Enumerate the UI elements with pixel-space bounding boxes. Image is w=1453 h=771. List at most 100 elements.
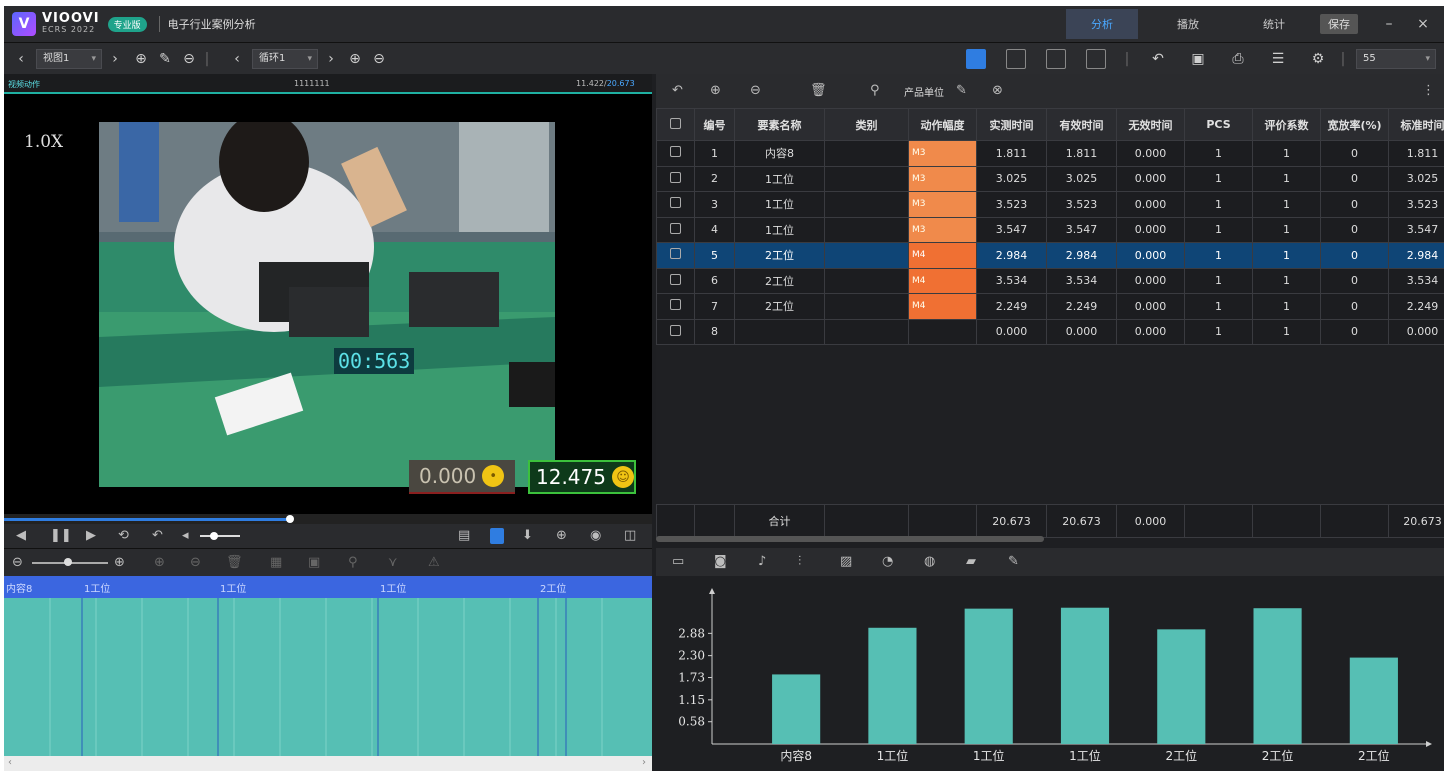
- cell-invalid[interactable]: 0.000: [1116, 216, 1185, 243]
- row-checkbox-cell[interactable]: [656, 318, 695, 345]
- cell-invalid[interactable]: 0.000: [1116, 293, 1185, 320]
- zoom-icon[interactable]: ⊕: [556, 528, 567, 543]
- cell-measured[interactable]: 2.984: [976, 242, 1047, 269]
- cell-name[interactable]: [734, 318, 825, 345]
- tab-analyze[interactable]: 分析: [1066, 9, 1138, 39]
- split-icon[interactable]: ▦: [270, 555, 282, 570]
- cell-name[interactable]: 内容8: [734, 140, 825, 167]
- step-back-icon[interactable]: ◀: [16, 528, 26, 543]
- row-checkbox-cell[interactable]: [656, 191, 695, 218]
- pause-icon[interactable]: ❚❚: [50, 528, 72, 543]
- zoom-in-icon[interactable]: ⊕: [114, 555, 125, 570]
- cell-mode[interactable]: M4: [908, 293, 977, 320]
- cell-invalid[interactable]: 0.000: [1116, 165, 1185, 192]
- cell-valid[interactable]: 2.249: [1046, 293, 1117, 320]
- cell-coef[interactable]: 1: [1252, 216, 1321, 243]
- cell-pcs[interactable]: 1: [1184, 140, 1253, 167]
- cell-valid[interactable]: 2.984: [1046, 242, 1117, 269]
- prev-cycle-icon[interactable]: ‹: [230, 49, 244, 69]
- next-cycle-icon[interactable]: ›: [324, 49, 338, 69]
- person-icon[interactable]: ⚲: [870, 83, 880, 98]
- column-header[interactable]: 实测时间: [976, 108, 1047, 141]
- cell-cat[interactable]: [824, 216, 909, 243]
- timeline-zoom-handle[interactable]: [64, 558, 72, 566]
- cell-no[interactable]: 8: [694, 318, 735, 345]
- scroll-right-icon[interactable]: ›: [642, 757, 646, 768]
- cell-std[interactable]: 1.811: [1388, 140, 1444, 167]
- column-header[interactable]: 有效时间: [1046, 108, 1117, 141]
- cell-rate[interactable]: 0: [1320, 191, 1389, 218]
- cell-no[interactable]: 5: [694, 242, 735, 269]
- folder-icon[interactable]: ▰: [966, 554, 976, 569]
- cell-std[interactable]: 0.000: [1388, 318, 1444, 345]
- microphone-icon[interactable]: ♪: [758, 554, 766, 569]
- cell-mode[interactable]: [908, 318, 977, 345]
- cell-pcs[interactable]: 1: [1184, 191, 1253, 218]
- trash-icon[interactable]: 🗑: [810, 83, 827, 98]
- cell-std[interactable]: 3.523: [1388, 191, 1444, 218]
- cell-mode[interactable]: M3: [908, 140, 977, 167]
- cell-name[interactable]: 1工位: [734, 216, 825, 243]
- cell-valid[interactable]: 0.000: [1046, 318, 1117, 345]
- cell-invalid[interactable]: 0.000: [1116, 242, 1185, 269]
- video-progress-track[interactable]: [4, 514, 652, 524]
- camera-icon[interactable]: ▣: [1188, 49, 1208, 69]
- row-checkbox-cell[interactable]: [656, 216, 695, 243]
- menu-icon[interactable]: ☰: [1268, 49, 1288, 69]
- warning-icon[interactable]: ⚠: [428, 555, 440, 570]
- loop-icon[interactable]: ⟲: [118, 528, 129, 543]
- bookmark-icon[interactable]: [490, 528, 504, 544]
- snapshot-icon[interactable]: ◫: [624, 528, 636, 543]
- cell-coef[interactable]: 1: [1252, 191, 1321, 218]
- cell-name[interactable]: 1工位: [734, 165, 825, 192]
- column-header[interactable]: 动作幅度: [908, 108, 977, 141]
- cell-valid[interactable]: 3.025: [1046, 165, 1117, 192]
- row-checkbox[interactable]: [670, 324, 681, 336]
- row-checkbox[interactable]: [670, 222, 681, 234]
- cell-valid[interactable]: 3.547: [1046, 216, 1117, 243]
- pencil-icon[interactable]: ✎: [1008, 554, 1019, 569]
- camera-icon[interactable]: ◙: [714, 554, 727, 569]
- tab-stats[interactable]: 统计: [1238, 9, 1310, 39]
- column-header[interactable]: 宽放率(%): [1320, 108, 1389, 141]
- row-checkbox[interactable]: [670, 197, 681, 209]
- cell-measured[interactable]: 1.811: [976, 140, 1047, 167]
- table-row[interactable]: 4 1工位 M3 3.547 3.547 0.000 1 1 0 3.547: [656, 216, 1444, 243]
- row-checkbox-cell[interactable]: [656, 242, 695, 269]
- cell-measured[interactable]: 3.547: [976, 216, 1047, 243]
- column-header[interactable]: 标准时间: [1388, 108, 1444, 141]
- remove-row-icon[interactable]: ⊖: [750, 83, 761, 98]
- filter-icon[interactable]: ⋎: [388, 555, 398, 570]
- cell-measured[interactable]: 3.534: [976, 267, 1047, 294]
- row-checkbox-cell[interactable]: [656, 165, 695, 192]
- cell-rate[interactable]: 0: [1320, 165, 1389, 192]
- save-button[interactable]: 保存: [1320, 14, 1358, 34]
- layout-columns-icon[interactable]: [1046, 49, 1066, 69]
- person-icon[interactable]: ⚲: [348, 555, 358, 570]
- cell-std[interactable]: 3.025: [1388, 165, 1444, 192]
- table-row[interactable]: 8 0.000 0.000 0.000 1 1 0 0.000: [656, 318, 1444, 345]
- cell-no[interactable]: 3: [694, 191, 735, 218]
- volume-slider[interactable]: [200, 535, 240, 537]
- column-header[interactable]: 编号: [694, 108, 735, 141]
- cell-pcs[interactable]: 1: [1184, 216, 1253, 243]
- remove-view-icon[interactable]: ⊖: [180, 49, 198, 69]
- column-header[interactable]: PCS: [1184, 108, 1253, 141]
- document-icon[interactable]: ▤: [458, 528, 470, 543]
- equalizer-icon[interactable]: ⫶: [798, 554, 801, 569]
- cell-name[interactable]: 1工位: [734, 191, 825, 218]
- column-header[interactable]: 无效时间: [1116, 108, 1185, 141]
- cell-invalid[interactable]: 0.000: [1116, 267, 1185, 294]
- remove-cycle-icon[interactable]: ⊖: [370, 49, 388, 69]
- download-icon[interactable]: ⬇: [522, 528, 533, 543]
- cell-rate[interactable]: 0: [1320, 293, 1389, 320]
- row-checkbox[interactable]: [670, 299, 681, 311]
- undo-icon[interactable]: ↶: [672, 83, 683, 98]
- cell-cat[interactable]: [824, 140, 909, 167]
- pie-chart-icon[interactable]: ◔: [882, 554, 893, 569]
- cell-mode[interactable]: M4: [908, 242, 977, 269]
- edit-view-icon[interactable]: ✎: [156, 49, 174, 69]
- add-cycle-icon[interactable]: ⊕: [346, 49, 364, 69]
- cell-name[interactable]: 2工位: [734, 242, 825, 269]
- volume-handle[interactable]: [210, 532, 218, 540]
